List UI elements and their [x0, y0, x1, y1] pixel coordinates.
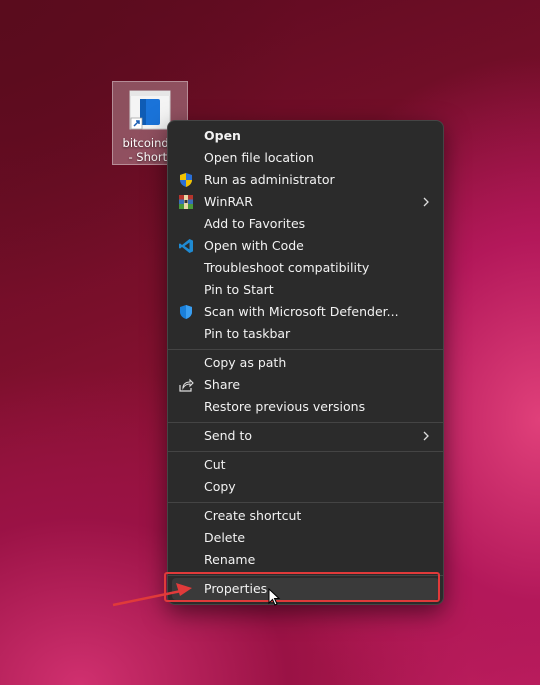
mouse-cursor-icon — [268, 588, 281, 606]
annotation-arrow-icon — [112, 583, 192, 607]
